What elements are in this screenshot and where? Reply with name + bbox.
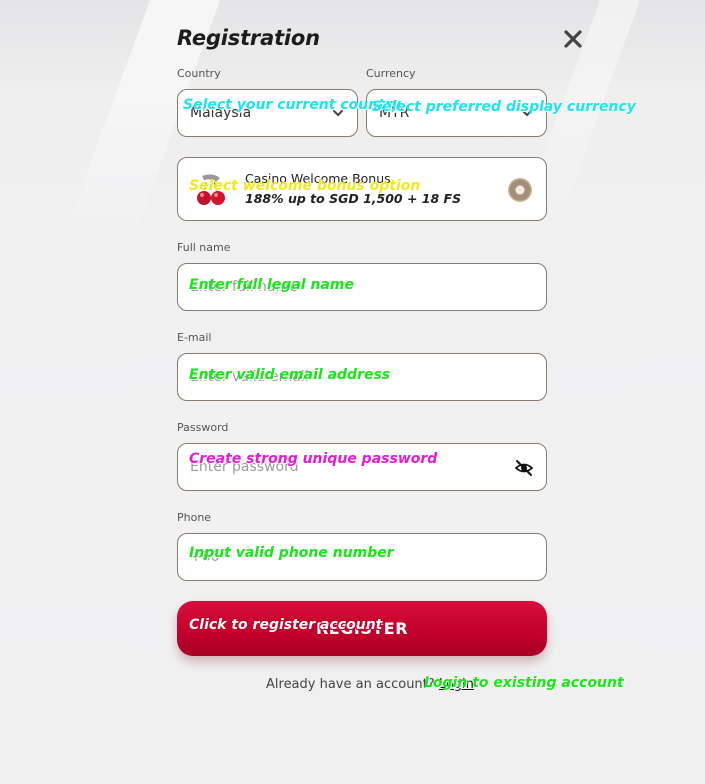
phone-label: Phone [177,511,212,524]
country-select[interactable]: Malaysia [177,89,358,137]
email-input[interactable] [190,369,534,385]
phone-field[interactable] [177,533,547,581]
phone-input[interactable] [190,549,534,565]
full-name-field[interactable] [177,263,547,311]
currency-label: Currency [366,67,416,80]
eye-off-icon[interactable] [514,458,534,478]
close-icon [564,30,582,48]
password-input[interactable] [190,459,534,475]
currency-select[interactable]: MYR [366,89,547,137]
login-prompt-text: Already have an account? [266,677,435,692]
close-button[interactable] [561,27,585,51]
full-name-label: Full name [177,241,231,254]
modal-title: Registration [177,26,320,50]
chevron-down-icon [522,110,532,117]
chevron-down-icon [333,110,343,117]
cherries-icon [197,174,225,205]
password-label: Password [177,421,229,434]
email-field[interactable] [177,353,547,401]
register-button[interactable]: REGISTER [177,601,547,656]
welcome-bonus-option[interactable]: Casino Welcome Bonus 188% up to SGD 1,50… [177,157,547,221]
bonus-radio[interactable] [508,178,532,202]
country-label: Country [177,67,221,80]
full-name-input[interactable] [190,279,534,295]
bonus-subtitle: 188% up to SGD 1,500 + 18 FS [245,191,462,206]
bonus-title: Casino Welcome Bonus [245,171,391,186]
login-link[interactable]: Login [439,677,474,692]
password-field[interactable] [177,443,547,491]
currency-value: MYR [379,105,410,121]
country-value: Malaysia [190,105,252,121]
email-label: E-mail [177,331,212,344]
login-prompt-line: Already have an account? Login [266,677,474,692]
registration-modal: Registration Country Malaysia Currency M… [177,0,607,784]
